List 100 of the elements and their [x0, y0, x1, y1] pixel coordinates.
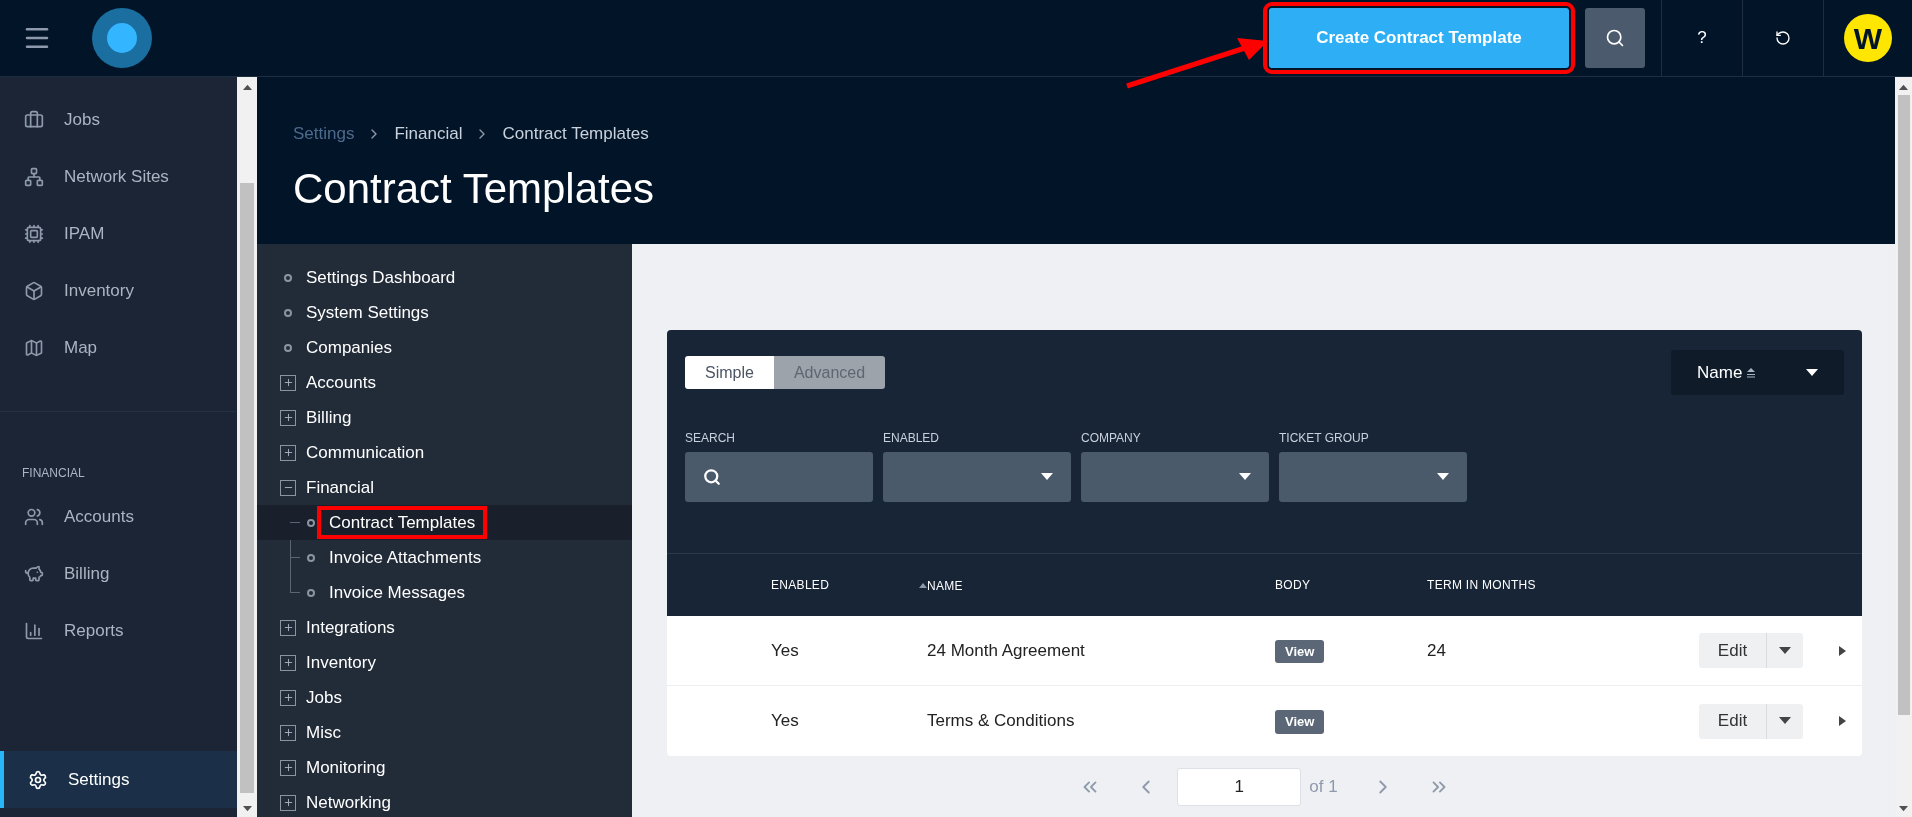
sidebar-item[interactable]: Inventory: [0, 262, 237, 319]
sidebar-item[interactable]: Billing: [0, 545, 237, 602]
caret-icon: [242, 805, 252, 813]
caret-icon: [1806, 368, 1818, 377]
caret-icon: [1779, 717, 1791, 725]
expand-icon[interactable]: [280, 374, 296, 391]
nav-icon: [28, 769, 48, 790]
tree-item[interactable]: System Settings: [306, 299, 429, 326]
sidebar-item[interactable]: Settings: [0, 751, 237, 808]
caret-icon: [1899, 805, 1908, 813]
logo-icon: [92, 8, 152, 68]
caret-icon: [1899, 83, 1908, 91]
expand-icon[interactable]: [280, 619, 296, 636]
column-header[interactable]: ENABLED: [771, 576, 830, 594]
tree-item[interactable]: Financial: [306, 474, 375, 501]
bullet-icon: [284, 308, 292, 317]
tree-item[interactable]: Invoice Messages: [329, 579, 466, 606]
scrollbar-thumb[interactable]: [240, 183, 254, 793]
tree-item[interactable]: Monitoring: [306, 754, 386, 781]
breadcrumb-item: Contract Templates: [502, 123, 649, 145]
caret-icon: [1239, 473, 1251, 481]
caret-icon: [1437, 473, 1449, 481]
nav-icon: [24, 109, 44, 130]
filter-label: SEARCH: [685, 430, 736, 447]
caret-icon: [1041, 473, 1053, 481]
scrollbar-thumb[interactable]: [1897, 95, 1910, 715]
breadcrumb-item[interactable]: Financial: [394, 121, 463, 147]
sidebar-item[interactable]: Network Sites: [0, 148, 237, 205]
edit-button[interactable]: Edit: [1699, 633, 1766, 668]
sidebar-item[interactable]: Map: [0, 319, 237, 376]
nav-icon: [24, 166, 44, 187]
bullet-icon: [284, 273, 292, 282]
edit-button[interactable]: Edit: [1699, 703, 1766, 739]
table-cell: Terms & Conditions: [927, 711, 1075, 731]
sort-icon: [1746, 367, 1757, 378]
tree-item[interactable]: Integrations: [306, 614, 395, 641]
section-label: FINANCIAL: [22, 465, 86, 482]
view-button[interactable]: View: [1275, 639, 1325, 664]
sidebar-item[interactable]: Jobs: [0, 91, 237, 148]
search-field[interactable]: [685, 452, 873, 502]
tree-item[interactable]: Billing: [306, 404, 352, 431]
tree-item[interactable]: Networking: [306, 789, 392, 816]
tree-item[interactable]: Invoice Attachments: [329, 544, 482, 571]
nav-icon: [24, 223, 44, 244]
dropdown-button[interactable]: [1766, 703, 1803, 739]
expand-row-icon[interactable]: [1839, 716, 1846, 726]
expand-icon[interactable]: [280, 689, 296, 706]
sidebar-item[interactable]: IPAM: [0, 205, 237, 262]
select-field[interactable]: [1279, 452, 1467, 502]
tree-item[interactable]: Settings Dashboard: [306, 264, 456, 291]
filter-label: TICKET GROUP: [1279, 430, 1370, 447]
page-input[interactable]: 1: [1177, 768, 1302, 806]
tree-item[interactable]: Companies: [306, 334, 392, 361]
tree-item[interactable]: Jobs: [306, 684, 342, 711]
page-count: of 1: [1309, 776, 1338, 799]
nav-icon: [24, 506, 44, 527]
expand-icon[interactable]: [280, 654, 296, 671]
table-cell: 24: [1427, 640, 1446, 660]
tree-item[interactable]: Misc: [306, 719, 341, 746]
tree-item[interactable]: Accounts: [306, 369, 376, 396]
view-button[interactable]: View: [1275, 710, 1325, 734]
user-avatar[interactable]: W: [1844, 14, 1892, 62]
nav-icon: [24, 620, 44, 641]
expand-icon[interactable]: [280, 444, 296, 461]
select-field[interactable]: [1081, 452, 1269, 502]
filter-label: ENABLED: [883, 430, 941, 447]
select-field[interactable]: [883, 452, 1071, 502]
help-button[interactable]: ?: [1662, 0, 1742, 77]
caret-icon: [1779, 646, 1791, 655]
sidebar-item[interactable]: Reports: [0, 602, 237, 659]
dropdown-button[interactable]: [1766, 633, 1803, 668]
caret-icon: [242, 83, 252, 91]
expand-icon[interactable]: [280, 794, 296, 811]
column-header[interactable]: TERM IN MONTHS: [1427, 576, 1536, 594]
filter-label: COMPANY: [1081, 430, 1142, 447]
tree-item[interactable]: Inventory: [306, 649, 376, 676]
table-cell: Yes: [771, 640, 799, 660]
expand-icon[interactable]: [280, 409, 296, 426]
sort-dropdown[interactable]: Name: [1671, 350, 1844, 395]
collapse-icon[interactable]: [280, 479, 296, 496]
search-icon: [703, 468, 721, 486]
bullet-icon: [284, 343, 292, 352]
undo-icon: [1775, 30, 1791, 46]
table-cell: Yes: [771, 711, 799, 731]
nav-icon: [24, 563, 44, 584]
mode-tab[interactable]: Simple: [685, 356, 774, 389]
nav-icon: [24, 337, 44, 358]
table-cell: 24 Month Agreement: [927, 640, 1085, 660]
sidebar-item[interactable]: Accounts: [0, 488, 237, 545]
bullet-icon: [307, 553, 315, 562]
page-title: Contract Templates: [293, 163, 656, 214]
column-header[interactable]: BODY: [1275, 576, 1311, 594]
column-header[interactable]: NAME: [919, 576, 963, 595]
expand-icon[interactable]: [280, 724, 296, 741]
tree-item[interactable]: Communication: [306, 439, 425, 466]
expand-row-icon[interactable]: [1839, 645, 1846, 656]
bullet-icon: [307, 518, 315, 527]
search-button[interactable]: [1585, 8, 1645, 68]
sort-icon: [919, 582, 927, 589]
expand-icon[interactable]: [280, 759, 296, 776]
